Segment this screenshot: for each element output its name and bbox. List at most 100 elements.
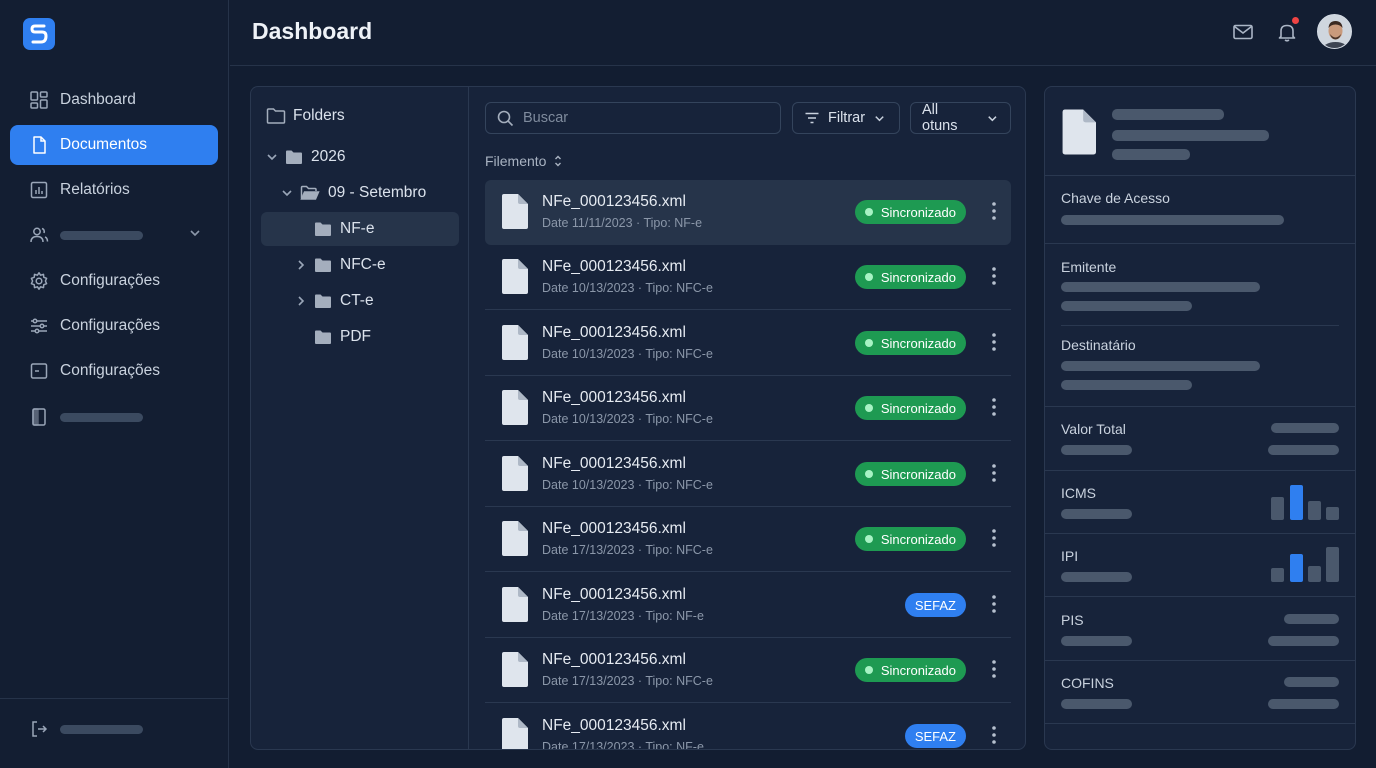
avatar[interactable] xyxy=(1317,14,1352,49)
tree-node-09-setembro[interactable]: 09 - Setembro xyxy=(280,176,426,210)
chevron-down-icon xyxy=(988,115,997,121)
status-badge: Sincronizado xyxy=(854,658,966,682)
sidebar-divider xyxy=(0,698,229,699)
tree-node-nfc-e[interactable]: NFC-e xyxy=(294,248,386,282)
more-vertical-icon[interactable] xyxy=(991,201,997,221)
status-badge: Sincronizado xyxy=(854,200,966,224)
file-meta: Date 17/13/2023 · Tipo: NFC-e xyxy=(542,674,713,688)
file-row[interactable]: NFe_000123456.xml Date 17/13/2023 · Tipo… xyxy=(485,704,1011,750)
chevron-down-icon[interactable] xyxy=(265,150,279,164)
users-icon xyxy=(30,227,49,243)
details-destinatario-section: Destinatário xyxy=(1045,326,1355,407)
mini-bar xyxy=(1326,507,1339,520)
status-badge: Sincronizado xyxy=(854,331,966,355)
destinatario-label: Destinatário xyxy=(1061,337,1136,353)
file-meta: Date 10/13/2023 · Tipo: NFC-e xyxy=(542,412,713,426)
chave-label: Chave de Acesso xyxy=(1061,190,1170,206)
search-box[interactable] xyxy=(485,102,781,134)
file-name: NFe_000123456.xml xyxy=(542,717,686,734)
bell-icon[interactable] xyxy=(1276,21,1298,43)
file-meta: Date 17/13/2023 · Tipo: NF-e xyxy=(542,740,704,750)
placeholder-line xyxy=(1112,109,1224,120)
folder-outline-icon xyxy=(266,108,286,124)
chart-icon xyxy=(30,181,48,199)
file-row[interactable]: NFe_000123456.xml Date 17/13/2023 · Tipo… xyxy=(485,507,1011,572)
placeholder-line xyxy=(1061,445,1132,455)
filter-button[interactable]: Filtrar xyxy=(792,102,900,134)
sidebar-item-label: Dashboard xyxy=(60,91,136,108)
tree-node-2026[interactable]: 2026 xyxy=(265,140,345,174)
app-logo[interactable] xyxy=(23,18,55,50)
details-valor-total-section: Valor Total xyxy=(1045,407,1355,471)
folder-icon xyxy=(315,330,331,344)
chevron-down-icon xyxy=(875,115,884,121)
more-vertical-icon[interactable] xyxy=(991,725,997,745)
file-icon xyxy=(502,390,528,425)
more-vertical-icon[interactable] xyxy=(991,528,997,548)
pis-label: PIS xyxy=(1061,612,1084,628)
chevron-right-icon[interactable] xyxy=(294,294,308,308)
options-dropdown[interactable]: All otuns xyxy=(910,102,1011,134)
tree-node-ct-e[interactable]: CT-e xyxy=(294,284,374,318)
placeholder-line xyxy=(1061,509,1132,519)
tree-node-pdf[interactable]: PDF xyxy=(314,320,371,354)
terminal-icon xyxy=(30,363,48,379)
cofins-label: COFINS xyxy=(1061,675,1114,691)
more-vertical-icon[interactable] xyxy=(991,397,997,417)
file-row[interactable]: NFe_000123456.xml Date 17/13/2023 · Tipo… xyxy=(485,638,1011,703)
more-vertical-icon[interactable] xyxy=(991,463,997,483)
file-icon xyxy=(502,521,528,556)
sidebar-item-label-placeholder xyxy=(60,230,143,240)
file-row[interactable]: NFe_000123456.xml Date 11/11/2023 · Tipo… xyxy=(485,180,1011,245)
logout-icon xyxy=(32,721,48,737)
chevron-down-icon xyxy=(190,230,200,237)
search-icon xyxy=(497,110,514,126)
logout-button[interactable] xyxy=(10,709,218,749)
placeholder-value xyxy=(1284,614,1339,624)
sidebar-item-dashboard[interactable]: Dashboard xyxy=(10,80,218,120)
sidebar-item-label-placeholder xyxy=(60,412,143,422)
sidebar-item-configuracoes-2[interactable]: Configurações xyxy=(10,306,218,346)
file-name: NFe_000123456.xml xyxy=(542,258,686,275)
status-badge: Sincronizado xyxy=(854,527,966,551)
more-vertical-icon[interactable] xyxy=(991,332,997,352)
tree-node-nf-e[interactable]: NF-e xyxy=(261,212,459,246)
sidebar-item-device[interactable] xyxy=(10,397,218,437)
sidebar-item-configuracoes[interactable]: Configurações xyxy=(10,261,218,301)
placeholder-value xyxy=(1271,423,1339,433)
file-row[interactable]: NFe_000123456.xml Date 17/13/2023 · Tipo… xyxy=(485,573,1011,638)
mini-bar xyxy=(1326,547,1339,582)
folder-icon xyxy=(315,294,331,308)
more-vertical-icon[interactable] xyxy=(991,594,997,614)
file-name: NFe_000123456.xml xyxy=(542,389,686,406)
placeholder-value xyxy=(1268,636,1339,646)
dropdown-selected-label: All otuns xyxy=(922,102,958,134)
more-vertical-icon[interactable] xyxy=(991,659,997,679)
file-row[interactable]: NFe_000123456.xml Date 10/13/2023 · Tipo… xyxy=(485,245,1011,310)
sort-column-header[interactable]: Filemento xyxy=(485,153,565,169)
sidebar-item-relatorios[interactable]: Relatórios xyxy=(10,170,218,210)
documents-panel: Folders 2026 09 - Setembro NF-e NFC-e CT… xyxy=(250,86,1026,750)
sidebar-item-documentos[interactable]: Documentos xyxy=(10,125,218,165)
chevron-right-icon[interactable] xyxy=(294,258,308,272)
sliders-icon xyxy=(31,318,47,334)
file-row[interactable]: NFe_000123456.xml Date 10/13/2023 · Tipo… xyxy=(485,442,1011,507)
sidebar: Dashboard Documentos Relatórios Configur… xyxy=(0,0,229,768)
gear-icon xyxy=(30,272,48,290)
sidebar-item-users[interactable] xyxy=(10,215,218,255)
file-icon xyxy=(502,194,528,229)
tree-node-label: 2026 xyxy=(311,148,346,165)
mail-icon[interactable] xyxy=(1232,21,1254,43)
file-icon xyxy=(502,718,528,749)
more-vertical-icon[interactable] xyxy=(991,266,997,286)
placeholder-line xyxy=(1061,301,1192,311)
sidebar-item-configuracoes-3[interactable]: Configurações xyxy=(10,351,218,391)
file-meta: Date 10/13/2023 · Tipo: NFC-e xyxy=(542,478,713,492)
file-row[interactable]: NFe_000123456.xml Date 10/13/2023 · Tipo… xyxy=(485,376,1011,441)
file-row[interactable]: NFe_000123456.xml Date 10/13/2023 · Tipo… xyxy=(485,311,1011,376)
tree-node-label: PDF xyxy=(340,328,371,345)
search-input[interactable] xyxy=(523,110,763,126)
chevron-down-icon[interactable] xyxy=(280,186,294,200)
mini-bar xyxy=(1271,568,1284,582)
ipi-label: IPI xyxy=(1061,548,1079,564)
